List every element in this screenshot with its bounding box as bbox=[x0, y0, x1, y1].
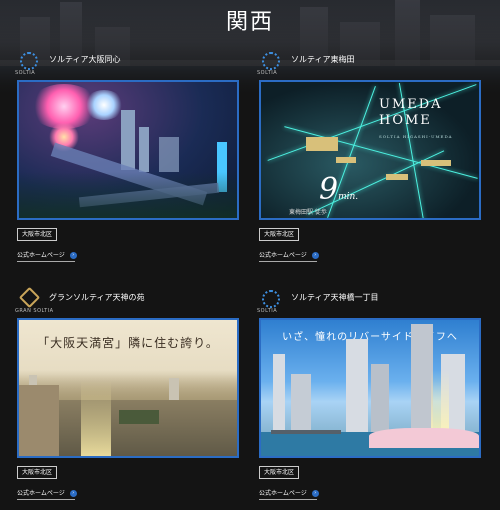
property-photo[interactable]: UMEDA HOME SOLTIA HIGASHI-UMEDA 9min. 東梅… bbox=[259, 80, 481, 220]
property-name: グランソルティア天神の苑 bbox=[49, 293, 145, 302]
soltia-logo-icon: SOLTIA bbox=[257, 290, 283, 318]
official-site-link[interactable]: 公式ホームページ › bbox=[259, 250, 319, 262]
official-site-link[interactable]: 公式ホームページ › bbox=[17, 250, 77, 262]
official-site-link[interactable]: 公式ホームページ › bbox=[259, 488, 319, 500]
property-photo[interactable] bbox=[17, 80, 239, 220]
area-badge: 大阪市北区 bbox=[259, 228, 300, 241]
walk-minutes: 9min. bbox=[319, 172, 359, 207]
property-photo[interactable]: いざ、憧れのリバーサイドライフへ bbox=[259, 318, 481, 458]
property-name: ソルティア東梅田 bbox=[291, 55, 355, 64]
arrow-right-circle-icon: › bbox=[69, 252, 77, 259]
photo-catchphrase: いざ、憧れのリバーサイドライフへ bbox=[282, 332, 458, 343]
official-site-link[interactable]: 公式ホームページ › bbox=[17, 488, 77, 500]
property-name: ソルティア天神橋一丁目 bbox=[291, 293, 379, 302]
property-name: ソルティア大阪同心 bbox=[49, 55, 121, 64]
area-badge: 大阪市北区 bbox=[259, 466, 300, 479]
property-photo[interactable]: 「大阪天満宮」隣に住む誇り。 bbox=[17, 318, 239, 458]
photo-catchphrase: 「大阪天満宮」隣に住む誇り。 bbox=[37, 336, 219, 350]
region-title: 関西 bbox=[225, 10, 274, 35]
arrow-right-circle-icon: › bbox=[311, 490, 319, 497]
umeda-heading-2: HOME bbox=[379, 113, 432, 128]
umeda-heading: UMEDA bbox=[379, 97, 443, 112]
area-badge: 大阪市北区 bbox=[17, 228, 58, 241]
walk-note: 東梅田駅 徒歩 bbox=[289, 209, 327, 216]
area-badge: 大阪市北区 bbox=[17, 466, 58, 479]
umeda-subheading: SOLTIA HIGASHI-UMEDA bbox=[379, 134, 453, 139]
arrow-right-circle-icon: › bbox=[69, 490, 77, 497]
soltia-logo-icon: SOLTIA bbox=[257, 52, 283, 80]
arrow-right-circle-icon: › bbox=[311, 252, 319, 259]
gran-soltia-logo-icon: GRAN SOLTIA bbox=[15, 286, 53, 318]
soltia-logo-icon: SOLTIA bbox=[15, 52, 41, 80]
